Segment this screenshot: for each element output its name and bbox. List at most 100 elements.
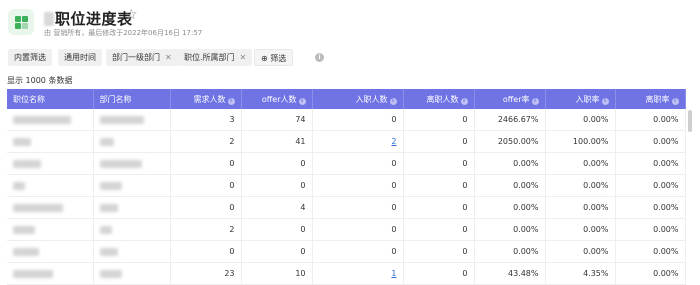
- column-header-position[interactable]: 职位名称: [7, 89, 94, 109]
- table-row[interactable]: 0 0 0 0 0.00% 0.00% 0.00%: [7, 152, 686, 175]
- leave-rate-cell: 0.00%: [615, 174, 686, 197]
- redacted-position-name: [13, 115, 71, 124]
- redacted-department-name: [99, 115, 144, 124]
- column-info-icon[interactable]: i: [671, 97, 679, 105]
- offer-count-cell: 0: [241, 240, 313, 263]
- hire-rate-cell: 0.00%: [545, 218, 616, 241]
- hired-count-cell: 0: [312, 152, 404, 175]
- hire-rate-cell: 0.00%: [545, 196, 616, 219]
- grid-app-icon: [8, 9, 34, 35]
- filter-chip-time[interactable]: 通用时间: [58, 49, 102, 66]
- column-header-label: 离职人数: [426, 94, 459, 104]
- hired-count-cell: 0: [312, 109, 404, 131]
- hired-count-cell: 0: [312, 174, 404, 197]
- position-name-cell: [7, 130, 94, 153]
- department-name-cell: [93, 196, 171, 219]
- filter-chip-label: 职位.所属部门: [184, 53, 235, 62]
- table-row[interactable]: 0 0 0 0 0.00% 0.00% 0.00%: [7, 174, 686, 197]
- plus-circle-icon: ⊕: [261, 54, 268, 63]
- vertical-scrollbar[interactable]: [688, 110, 692, 132]
- column-header-label: 离职率: [645, 94, 670, 104]
- redacted-position-name: [13, 225, 35, 234]
- department-name-cell: [93, 152, 171, 175]
- filter-chip-builtin[interactable]: 内置筛选: [8, 49, 52, 66]
- column-header-offer[interactable]: offer人数 i: [241, 89, 313, 109]
- hired-count-link[interactable]: 1: [312, 262, 404, 285]
- position-name-cell: [7, 152, 94, 175]
- table-row[interactable]: 2 41 2 0 2050.00% 100.00% 0.00%: [7, 130, 686, 153]
- offer-rate-cell: 43.48%: [474, 262, 546, 285]
- add-filter-button[interactable]: ⊕ 筛选: [254, 49, 294, 66]
- department-name-cell: [93, 218, 171, 241]
- offer-rate-cell: 2466.67%: [474, 109, 546, 131]
- offer-count-cell: 0: [241, 218, 313, 241]
- column-header-department[interactable]: 部门名称: [93, 89, 171, 109]
- hire-rate-cell: 4.35%: [545, 262, 616, 285]
- position-name-cell: [7, 109, 94, 131]
- required-count-cell: 0: [170, 196, 242, 219]
- left-count-cell: 0: [403, 196, 475, 219]
- column-header-hire-rate[interactable]: 入职率 i: [545, 89, 616, 109]
- position-name-cell: [7, 240, 94, 263]
- favorite-star-icon[interactable]: ☆: [125, 7, 138, 23]
- redacted-position-name: [13, 137, 31, 146]
- left-count-cell: 0: [403, 240, 475, 263]
- column-header-offer-rate[interactable]: offer率 i: [474, 89, 546, 109]
- offer-rate-cell: 2050.00%: [474, 130, 546, 153]
- column-header-label: offer人数: [261, 94, 297, 104]
- remove-filter-close-icon[interactable]: ✕: [165, 53, 172, 62]
- position-name-cell: [7, 218, 94, 241]
- column-header-label: 入职率: [575, 94, 600, 104]
- redacted-position-name: [13, 159, 41, 168]
- column-header-hired[interactable]: 入职人数 i: [312, 89, 404, 109]
- table-row[interactable]: 2 0 0 0 0.00% 0.00% 0.00%: [7, 218, 686, 241]
- department-name-cell: [93, 174, 171, 197]
- required-count-cell: 0: [170, 152, 242, 175]
- table-row[interactable]: 0 4 0 0 0.00% 0.00% 0.00%: [7, 196, 686, 219]
- offer-count-cell: 10: [241, 262, 313, 285]
- left-count-cell: 0: [403, 174, 475, 197]
- column-info-icon[interactable]: i: [389, 97, 397, 105]
- table-row[interactable]: 0 0 0 0 0.00% 0.00% 0.00%: [7, 240, 686, 263]
- record-count: 显示 1000 条数据: [7, 76, 73, 85]
- column-header-leave-rate[interactable]: 离职率 i: [615, 89, 686, 109]
- report-header: 职位进度表 ☆ 由 营销所有，最后修改于2022年06月16日 17:57: [8, 6, 688, 40]
- offer-count-cell: 0: [241, 174, 313, 197]
- column-info-icon[interactable]: i: [298, 97, 306, 105]
- offer-count-cell: 41: [241, 130, 313, 153]
- filter-chip-dept[interactable]: 部门一级部门 ✕: [106, 49, 178, 66]
- filter-chip-label: 部门一级部门: [112, 53, 160, 62]
- filter-chip-position-dept[interactable]: 职位.所属部门 ✕: [178, 49, 253, 66]
- required-count-cell: 2: [170, 130, 242, 153]
- column-header-label: 职位名称: [13, 94, 45, 104]
- required-count-cell: 0: [170, 240, 242, 263]
- remove-filter-close-icon[interactable]: ✕: [240, 53, 247, 62]
- redacted-department-name: [99, 181, 122, 190]
- filter-info-icon[interactable]: i: [315, 53, 324, 62]
- left-count-cell: 0: [403, 152, 475, 175]
- leave-rate-cell: 0.00%: [615, 152, 686, 175]
- column-info-icon[interactable]: i: [601, 97, 609, 105]
- redacted-position-name: [13, 269, 53, 278]
- data-table: 职位名称 部门名称 需求人数 i offer人数 i 入职人数 i 离职人数 i off…: [7, 89, 686, 285]
- hired-count-link[interactable]: 2: [312, 130, 404, 153]
- offer-rate-cell: 0.00%: [474, 240, 546, 263]
- column-info-icon[interactable]: i: [460, 97, 468, 105]
- hired-count-cell: 0: [312, 218, 404, 241]
- table-row[interactable]: 23 10 1 0 43.48% 4.35% 0.00%: [7, 262, 686, 285]
- column-header-required[interactable]: 需求人数 i: [170, 89, 242, 109]
- column-info-icon[interactable]: i: [531, 97, 539, 105]
- redacted-position-name: [13, 247, 39, 256]
- column-info-icon[interactable]: i: [227, 97, 235, 105]
- add-filter-label: 筛选: [270, 54, 287, 63]
- column-header-label: 入职人数: [355, 94, 388, 104]
- redacted-department-name: [99, 225, 112, 234]
- redacted-position-name: [13, 203, 63, 212]
- required-count-cell: 23: [170, 262, 242, 285]
- leave-rate-cell: 0.00%: [615, 196, 686, 219]
- table-row[interactable]: 3 74 0 0 2466.67% 0.00% 0.00%: [7, 109, 686, 131]
- column-header-label: offer率: [502, 94, 530, 104]
- column-header-left[interactable]: 离职人数 i: [403, 89, 475, 109]
- offer-rate-cell: 0.00%: [474, 196, 546, 219]
- redacted-department-name: [99, 159, 142, 168]
